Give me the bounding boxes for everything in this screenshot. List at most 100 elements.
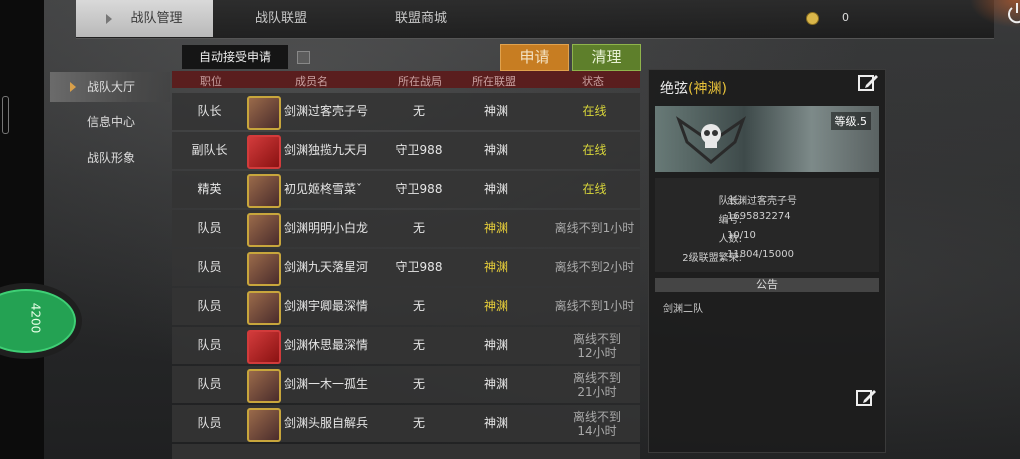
- notice-text: 剑渊二队: [663, 304, 703, 315]
- member-alliance: 神渊: [483, 416, 508, 430]
- team-alliance: (神渊): [688, 81, 727, 97]
- tab-arrow-icon: [106, 13, 113, 24]
- id-value: 1695832274: [727, 211, 791, 222]
- tab-alliance-shop[interactable]: 联盟商城: [376, 0, 466, 37]
- member-battle: 无: [412, 221, 425, 235]
- member-status: 离线不到1小时: [554, 299, 635, 313]
- submenu-team-image[interactable]: 战队形象: [50, 143, 170, 173]
- member-role: 精英: [197, 182, 222, 196]
- currency-value: 0: [842, 11, 849, 24]
- member-status: 离线不到12小时: [572, 332, 621, 360]
- member-avatar[interactable]: [247, 408, 281, 442]
- member-avatar[interactable]: [247, 213, 281, 247]
- header-status: 状态: [582, 75, 604, 88]
- member-table-header: 职位 成员名 所在战局 所在联盟 状态: [172, 71, 640, 88]
- submenu-info-center[interactable]: 信息中心: [50, 107, 170, 137]
- member-name: 剑渊过客壳子号: [284, 104, 369, 118]
- member-alliance: 神渊: [483, 338, 508, 352]
- table-row[interactable]: 队员 剑渊头服自解兵 无 神渊 离线不到14小时: [172, 405, 640, 442]
- table-row[interactable]: 队长 剑渊过客壳子号 无 神渊 在线: [172, 93, 640, 130]
- member-avatar[interactable]: [247, 252, 281, 286]
- left-edge-bar: [0, 0, 44, 459]
- edit-notice-icon[interactable]: [855, 388, 877, 408]
- tab-label: 联盟商城: [394, 11, 447, 26]
- member-role: 队员: [197, 377, 222, 391]
- member-battle: 无: [412, 338, 425, 352]
- header-alliance: 所在联盟: [472, 75, 516, 88]
- member-avatar[interactable]: [247, 135, 281, 169]
- captain-value: 剑渊过客壳子号: [727, 196, 797, 207]
- table-row[interactable]: 队员 剑渊九天落星河 守卫988 神渊 离线不到2小时: [172, 249, 640, 286]
- member-battle: 无: [412, 104, 425, 118]
- member-name: 剑渊休思最深情: [284, 338, 369, 352]
- member-alliance: 神渊: [483, 182, 508, 196]
- table-row[interactable]: 队员 剑渊一木一孤生 无 神渊 离线不到21小时: [172, 366, 640, 403]
- member-battle: 无: [412, 299, 425, 313]
- member-name: 剑渊一木一孤生: [284, 377, 369, 391]
- members-value: 10/10: [727, 230, 756, 241]
- member-status: 在线: [582, 104, 607, 118]
- member-battle: 守卫988: [395, 143, 443, 157]
- table-row[interactable]: 副队长 剑渊独揽九天月 守卫988 神渊 在线: [172, 132, 640, 169]
- member-name: 剑渊明明小白龙: [284, 221, 369, 235]
- team-level: 等级.5: [830, 112, 871, 130]
- top-tab-bar: 战队管理 战队联盟 联盟商城 0: [76, 0, 1020, 39]
- tab-label: 战队联盟: [254, 11, 307, 26]
- submenu-label: 战队大厅: [87, 80, 136, 94]
- team-name: 绝弦: [660, 81, 688, 97]
- power-icon[interactable]: [1002, 0, 1020, 26]
- notice-header: 公告: [655, 278, 879, 292]
- clear-button[interactable]: 清理: [572, 44, 641, 71]
- member-avatar[interactable]: [247, 369, 281, 403]
- team-banner: 等级.5: [655, 106, 879, 172]
- auto-accept-checkbox[interactable]: [297, 51, 310, 64]
- member-alliance: 神渊: [483, 104, 508, 118]
- submenu-team-hall[interactable]: 战队大厅: [50, 72, 170, 102]
- edit-icon[interactable]: [857, 73, 879, 93]
- member-role: 队长: [197, 104, 222, 118]
- member-status: 在线: [582, 182, 607, 196]
- team-info-panel: 绝弦(神渊) 等级.5 队长: 剑渊过客壳子号 编号: 1695832274 人…: [648, 69, 886, 453]
- side-handle[interactable]: [2, 96, 9, 134]
- table-row[interactable]: 队员 剑渊宇卿最深情 无 神渊 离线不到1小时: [172, 288, 640, 325]
- member-battle: 守卫988: [395, 182, 443, 196]
- member-status: 离线不到14小时: [572, 410, 621, 438]
- prosperity-value: 11804/15000: [727, 249, 794, 260]
- member-alliance: 神渊: [483, 299, 508, 313]
- submenu-label: 信息中心: [87, 115, 136, 129]
- table-row-partial[interactable]: [172, 444, 640, 459]
- table-row[interactable]: 精英 初见姬柊雪菜ˇ 守卫988 神渊 在线: [172, 171, 640, 208]
- member-role: 队员: [197, 260, 222, 274]
- header-role: 职位: [200, 75, 222, 88]
- member-name: 剑渊独揽九天月: [284, 143, 369, 157]
- member-avatar[interactable]: [247, 291, 281, 325]
- member-alliance: 神渊: [483, 377, 508, 391]
- coin-icon: [806, 12, 819, 25]
- header-battle: 所在战局: [398, 75, 442, 88]
- header-name: 成员名: [295, 75, 328, 88]
- member-role: 队员: [197, 299, 222, 313]
- submenu-label: 战队形象: [87, 151, 136, 165]
- skull-emblem-icon: [675, 116, 747, 164]
- apply-button[interactable]: 申请: [500, 44, 569, 71]
- member-status: 离线不到21小时: [572, 371, 621, 399]
- member-name: 剑渊头服自解兵: [284, 416, 369, 430]
- team-info-box: 队长: 剑渊过客壳子号 编号: 1695832274 人数: 10/10 2级联…: [655, 178, 879, 272]
- member-avatar[interactable]: [247, 330, 281, 364]
- table-row[interactable]: 队员 剑渊明明小白龙 无 神渊 离线不到1小时: [172, 210, 640, 247]
- member-role: 队员: [197, 416, 222, 430]
- member-battle: 守卫988: [395, 260, 443, 274]
- member-role: 队员: [197, 221, 222, 235]
- member-status: 离线不到2小时: [554, 260, 635, 274]
- tab-team-alliance[interactable]: 战队联盟: [236, 0, 326, 37]
- team-title: 绝弦(神渊): [660, 78, 727, 98]
- table-row[interactable]: 队员 剑渊休思最深情 无 神渊 离线不到12小时: [172, 327, 640, 364]
- member-avatar[interactable]: [247, 96, 281, 130]
- tab-label: 战队管理: [130, 11, 183, 26]
- auto-accept-label: 自动接受申请: [182, 45, 288, 69]
- member-name: 初见姬柊雪菜ˇ: [284, 182, 363, 196]
- member-status: 在线: [582, 143, 607, 157]
- member-status: 离线不到1小时: [554, 221, 635, 235]
- member-avatar[interactable]: [247, 174, 281, 208]
- tab-team-management[interactable]: 战队管理: [76, 0, 213, 37]
